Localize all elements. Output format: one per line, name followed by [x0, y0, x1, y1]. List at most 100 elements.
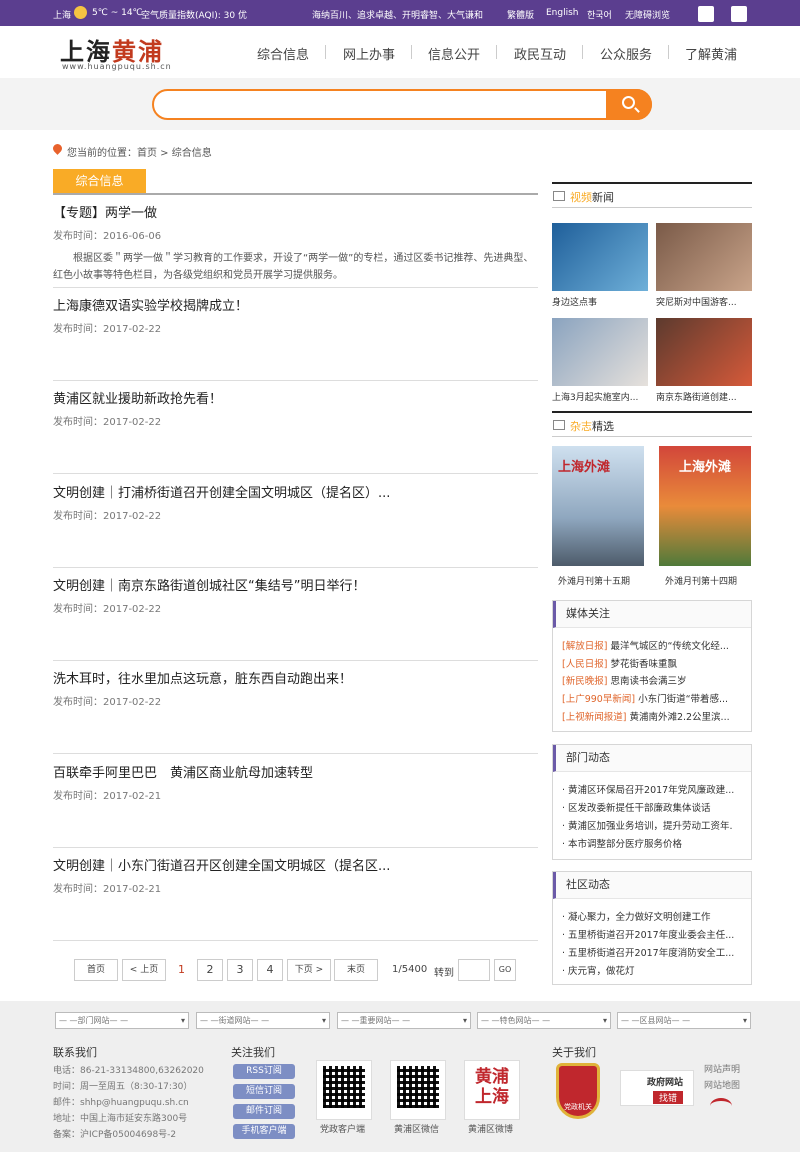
- magazine-caption[interactable]: 外滩月刊第十四期: [665, 574, 737, 587]
- weibo-logo[interactable]: 黄浦上海: [464, 1060, 520, 1120]
- city: 上海: [53, 11, 72, 21]
- video-icon: [553, 191, 565, 201]
- list-item[interactable]: 上海康德双语实验学校揭牌成立！ 发布时间：2017-02-22: [53, 295, 538, 335]
- sunny-icon: [74, 6, 87, 19]
- article-date: 发布时间：2017-02-21: [53, 884, 162, 895]
- first-page-button[interactable]: 首页: [74, 959, 118, 981]
- dept-item[interactable]: · 黄浦区加强业务培训，提升劳动工资年.: [562, 818, 748, 832]
- user-icon: [698, 6, 714, 22]
- search-icon: [622, 96, 635, 109]
- top-bar: 上海 5℃ ~ 14℃ 空气质量指数(AQI): 30 优 海纳百川、追求卓越、…: [0, 0, 800, 26]
- list-item[interactable]: 黄浦区就业援助新政抢先看！ 发布时间：2017-02-22: [53, 388, 538, 428]
- tab-general-info[interactable]: 综合信息: [53, 169, 146, 194]
- nav-item[interactable]: 综合信息: [257, 44, 309, 63]
- goto-page-input[interactable]: [458, 959, 490, 981]
- qr-code[interactable]: [316, 1060, 372, 1120]
- page-1[interactable]: 1: [178, 963, 185, 976]
- video-thumbnail[interactable]: [656, 223, 752, 291]
- article-title[interactable]: 文明创建｜打浦桥街道召开创建全国文明城区（提名区）...: [53, 482, 538, 501]
- qr-code[interactable]: [390, 1060, 446, 1120]
- contact-hours: 时间：周一至周五（8:30-17:30）: [53, 1082, 193, 1092]
- next-page-button[interactable]: 下页 >: [287, 959, 331, 981]
- media-item[interactable]: [新民晚报] 思南读书会满三岁: [562, 673, 748, 687]
- gov-site-error-badge[interactable]: 政府网站 找错: [620, 1070, 694, 1106]
- list-item[interactable]: 文明创建｜小东门街道召开区创建全国文明城区（提名区... 发布时间：2017-0…: [53, 855, 538, 895]
- magazine-caption[interactable]: 外滩月刊第十五期: [558, 574, 630, 587]
- video-thumbnail[interactable]: [552, 318, 648, 386]
- list-item[interactable]: 【专题】两学一做 发布时间：2016-06-06 根据区委＂两学一做＂学习教育的…: [53, 202, 538, 284]
- article-title[interactable]: 文明创建｜小东门街道召开区创建全国文明城区（提名区...: [53, 855, 538, 874]
- lang-korean[interactable]: 한국어: [587, 8, 612, 21]
- article-date: 发布时间：2017-02-22: [53, 697, 162, 708]
- site-statement-link[interactable]: 网站声明: [704, 1062, 740, 1075]
- prev-page-button[interactable]: < 上页: [122, 959, 166, 981]
- qr-caption: 黄浦区微博: [468, 1125, 514, 1135]
- dept-item[interactable]: · 区发改委新提任干部廉政集体谈话: [562, 800, 748, 814]
- list-item[interactable]: 洗木耳时，往水里加点这玩意，脏东西自动跑出来！ 发布时间：2017-02-22: [53, 668, 538, 708]
- nav-item[interactable]: 网上办事: [343, 44, 395, 63]
- video-thumbnail[interactable]: [656, 318, 752, 386]
- lang-traditional[interactable]: 繁體版: [507, 8, 534, 21]
- district-site-select[interactable]: — —区县网站— —: [617, 1012, 751, 1029]
- search-input[interactable]: [152, 89, 652, 120]
- sms-button[interactable]: 短信订阅: [233, 1084, 295, 1099]
- email-subscribe-button[interactable]: 邮件订阅: [233, 1104, 295, 1119]
- page-4[interactable]: 4: [257, 959, 283, 981]
- community-item[interactable]: · 五里桥街道召开2017年度业委会主任...: [562, 927, 748, 941]
- list-item[interactable]: 文明创建｜打浦桥街道召开创建全国文明城区（提名区）... 发布时间：2017-0…: [53, 482, 538, 522]
- article-title[interactable]: 文明创建｜南京东路街道创城社区“集结号”明日举行！: [53, 575, 538, 594]
- media-item[interactable]: [上广990早新闻] 小东门街道“带着感...: [562, 691, 748, 705]
- key-site-select[interactable]: — —重要网站— —: [337, 1012, 471, 1029]
- magazine-cover[interactable]: 上海外滩: [552, 446, 644, 566]
- video-caption[interactable]: 身边这点事: [552, 295, 648, 308]
- community-item[interactable]: · 庆元宵，做花灯: [562, 963, 748, 977]
- party-gov-badge[interactable]: 党政机关: [556, 1063, 600, 1119]
- video-caption[interactable]: 上海3月起实施室内...: [552, 390, 648, 403]
- media-item[interactable]: [解放日报] 最洋气城区的“传统文化经...: [562, 638, 748, 652]
- article-title[interactable]: 洗木耳时，往水里加点这玩意，脏东西自动跑出来！: [53, 668, 538, 687]
- site-logo-icon: [710, 1098, 732, 1114]
- article-date: 发布时间：2017-02-22: [53, 604, 162, 615]
- accessible-browse[interactable]: 无障碍浏览: [625, 8, 670, 21]
- dept-item[interactable]: · 黄浦区环保局召开2017年党风廉政建...: [562, 782, 748, 796]
- site-map-link[interactable]: 网站地图: [704, 1078, 740, 1091]
- article-date: 发布时间：2017-02-21: [53, 791, 162, 802]
- dept-item[interactable]: · 本市调整部分医疗服务价格: [562, 836, 748, 850]
- article-title[interactable]: 【专题】两学一做: [53, 202, 538, 221]
- contact-title: 联系我们: [53, 1046, 97, 1059]
- weather: 5℃ ~ 14℃: [92, 8, 143, 18]
- nav-item[interactable]: 了解黄浦: [685, 44, 737, 63]
- list-item[interactable]: 文明创建｜南京东路街道创城社区“集结号”明日举行！ 发布时间：2017-02-2…: [53, 575, 538, 615]
- mobile-client-button[interactable]: 手机客户端: [233, 1124, 295, 1139]
- community-item[interactable]: · 五里桥街道召开2017年度消防安全工...: [562, 945, 748, 959]
- magazine-cover[interactable]: 上海外滩: [659, 446, 751, 566]
- nav-item[interactable]: 公众服务: [600, 44, 652, 63]
- search-button[interactable]: [606, 89, 652, 120]
- media-item[interactable]: [上视新闻报道] 黄浦南外滩2.2公里滨...: [562, 709, 748, 723]
- about-title: 关于我们: [552, 1046, 596, 1059]
- page-3[interactable]: 3: [227, 959, 253, 981]
- aqi: 空气质量指数(AQI): 30 优: [141, 11, 247, 21]
- feature-site-select[interactable]: — —特色网站— —: [477, 1012, 611, 1029]
- nav-item[interactable]: 政民互动: [514, 44, 566, 63]
- article-title[interactable]: 黄浦区就业援助新政抢先看！: [53, 388, 538, 407]
- article-title[interactable]: 百联牵手阿里巴巴 黄浦区商业航母加速转型: [53, 762, 538, 781]
- dept-site-select[interactable]: — —部门网站— —: [55, 1012, 189, 1029]
- article-title[interactable]: 上海康德双语实验学校揭牌成立！: [53, 295, 538, 314]
- video-thumbnail[interactable]: [552, 223, 648, 291]
- rss-button[interactable]: RSS订阅: [233, 1064, 295, 1079]
- street-site-select[interactable]: — —街道网站— —: [196, 1012, 330, 1029]
- media-item[interactable]: [人民日报] 梦花街香味重飘: [562, 656, 748, 670]
- lang-english[interactable]: English: [546, 8, 579, 18]
- last-page-button[interactable]: 末页: [334, 959, 378, 981]
- contact-email[interactable]: 邮件：shhp@huangpuqu.sh.cn: [53, 1095, 189, 1108]
- community-item[interactable]: · 凝心聚力，全力做好文明创建工作: [562, 909, 748, 923]
- page-count: 1/5400: [392, 964, 428, 975]
- nav-item[interactable]: 信息公开: [428, 44, 480, 63]
- video-caption[interactable]: 突尼斯对中国游客...: [656, 295, 752, 308]
- list-item[interactable]: 百联牵手阿里巴巴 黄浦区商业航母加速转型 发布时间：2017-02-21: [53, 762, 538, 802]
- icp-record[interactable]: 备案：沪ICP备05004698号-2: [53, 1127, 176, 1140]
- page-2[interactable]: 2: [197, 959, 223, 981]
- goto-button[interactable]: GO: [494, 959, 516, 981]
- video-caption[interactable]: 南京东路街道创建...: [656, 390, 752, 403]
